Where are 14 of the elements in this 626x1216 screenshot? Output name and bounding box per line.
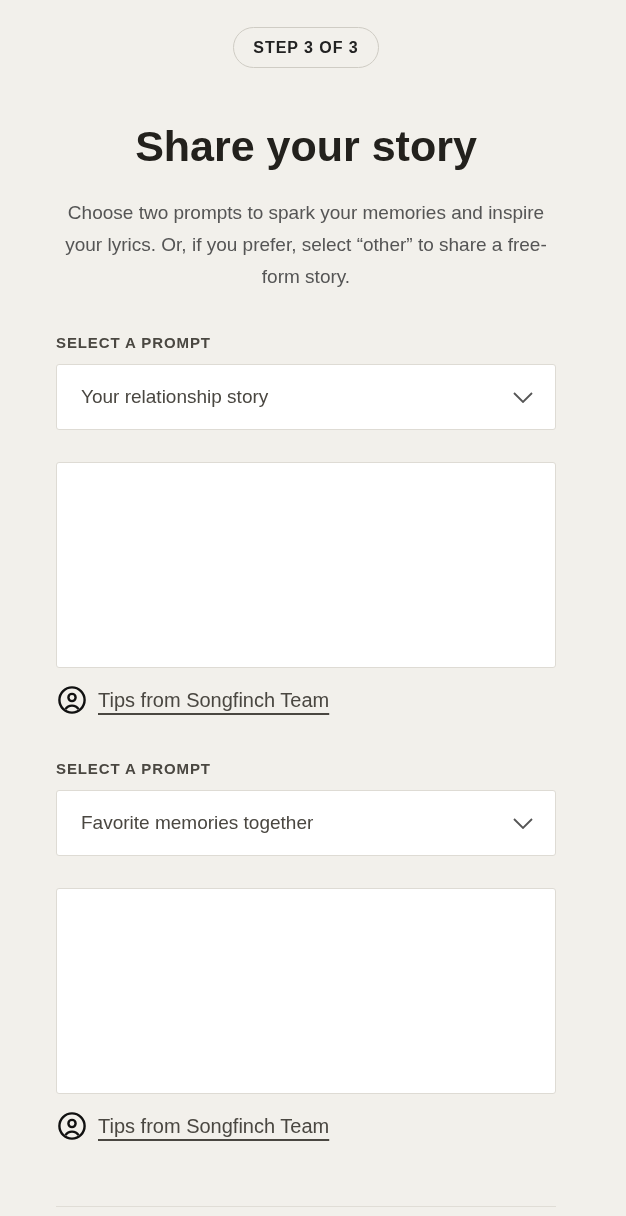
- prompt-select[interactable]: Your relationship story: [56, 364, 556, 430]
- user-circle-icon: [58, 686, 86, 714]
- tips-link[interactable]: Tips from Songfinch Team: [98, 1114, 330, 1138]
- field-label: SELECT A PROMPT: [56, 333, 212, 353]
- story-field[interactable]: [56, 888, 556, 1094]
- user-circle-icon: [58, 1112, 86, 1140]
- story-field[interactable]: [56, 462, 556, 668]
- intro-text: Choose two prompts to spark your memories and inspire your lyrics. Or, if you prefer, select “other” to share a free-form story.: [64, 201, 548, 289]
- page-title: Share your story: [135, 122, 477, 170]
- tips-link[interactable]: Tips from Songfinch Team: [98, 688, 330, 712]
- prompt-select[interactable]: Favorite memories together: [56, 790, 556, 856]
- chevron-down-icon: [513, 391, 533, 403]
- chevron-down-icon: [513, 817, 533, 829]
- field-label: SELECT A PROMPT: [56, 759, 212, 779]
